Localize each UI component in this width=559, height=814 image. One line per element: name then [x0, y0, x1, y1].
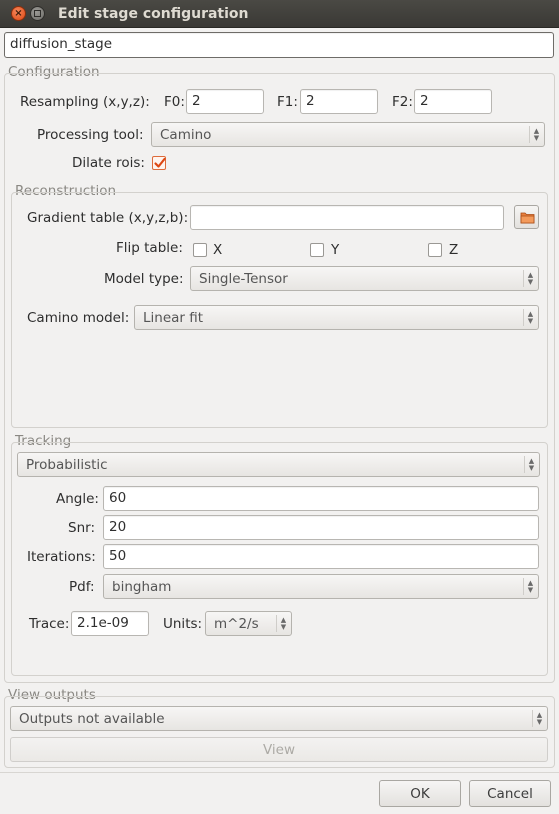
cancel-button[interactable]: Cancel: [469, 780, 551, 807]
processing-tool-label: Processing tool:: [37, 127, 144, 143]
angle-input[interactable]: 60: [103, 486, 539, 511]
gradient-table-browse-button[interactable]: [514, 205, 539, 229]
updown-arrows-icon: ▲ ▼: [523, 270, 534, 287]
view-button[interactable]: View: [10, 737, 548, 762]
flip-x-label: X: [213, 242, 223, 258]
processing-tool-select[interactable]: Camino ▲ ▼: [151, 122, 545, 147]
pdf-select[interactable]: bingham ▲ ▼: [103, 574, 539, 599]
units-select[interactable]: m^2/s ▲ ▼: [205, 611, 292, 636]
outputs-value: Outputs not available: [19, 711, 165, 727]
updown-arrows-icon: ▲ ▼: [523, 578, 534, 595]
window-title: Edit stage configuration: [58, 6, 249, 22]
updown-arrows-icon: ▲ ▼: [524, 456, 535, 473]
processing-tool-value: Camino: [160, 127, 212, 143]
angle-label: Angle:: [56, 491, 99, 507]
snr-label: Snr:: [68, 520, 95, 536]
model-type-value: Single-Tensor: [199, 271, 288, 287]
dilate-rois-checkbox[interactable]: [152, 156, 166, 170]
updown-arrows-icon: ▲ ▼: [532, 710, 543, 727]
gradient-table-label: Gradient table (x,y,z,b):: [27, 210, 189, 226]
tracking-method-value: Probabilistic: [26, 457, 108, 473]
outputs-select[interactable]: Outputs not available ▲ ▼: [10, 706, 548, 731]
minimize-icon[interactable]: [30, 6, 45, 21]
trace-label: Trace:: [29, 616, 70, 632]
close-icon[interactable]: ×: [11, 6, 26, 21]
updown-arrows-icon: ▲ ▼: [276, 615, 287, 632]
model-type-select[interactable]: Single-Tensor ▲ ▼: [190, 266, 539, 291]
resampling-label: Resampling (x,y,z):: [20, 94, 150, 110]
camino-model-value: Linear fit: [143, 310, 204, 326]
f1-input[interactable]: 2: [300, 89, 378, 114]
title-bar: × Edit stage configuration: [0, 0, 559, 28]
f0-label: F0:: [164, 94, 185, 110]
model-type-label: Model type:: [104, 271, 184, 287]
iterations-input[interactable]: 50: [103, 544, 539, 569]
ok-button[interactable]: OK: [379, 780, 461, 807]
flip-x-checkbox[interactable]: [193, 243, 207, 257]
pdf-value: bingham: [112, 579, 172, 595]
gradient-table-input[interactable]: [190, 205, 504, 230]
trace-input[interactable]: 2.1e-09: [71, 611, 149, 636]
flip-table-label: Flip table:: [116, 240, 183, 256]
updown-arrows-icon: ▲ ▼: [529, 126, 540, 143]
f2-input[interactable]: 2: [414, 89, 492, 114]
flip-y-checkbox[interactable]: [310, 243, 324, 257]
f2-label: F2:: [392, 94, 413, 110]
checkmark-icon: [154, 157, 166, 168]
flip-y-label: Y: [331, 242, 340, 258]
pdf-label: Pdf:: [69, 579, 95, 595]
flip-z-checkbox[interactable]: [428, 243, 442, 257]
f0-input[interactable]: 2: [186, 89, 264, 114]
units-value: m^2/s: [214, 616, 259, 632]
tracking-method-select[interactable]: Probabilistic ▲ ▼: [17, 452, 540, 477]
camino-model-select[interactable]: Linear fit ▲ ▼: [134, 305, 539, 330]
dilate-rois-label: Dilate rois:: [72, 155, 145, 171]
stage-name-input[interactable]: diffusion_stage: [4, 32, 554, 58]
f1-label: F1:: [277, 94, 298, 110]
snr-input[interactable]: 20: [103, 515, 539, 540]
units-label: Units:: [163, 616, 203, 632]
footer-divider: [0, 772, 559, 773]
flip-z-label: Z: [449, 242, 459, 258]
updown-arrows-icon: ▲ ▼: [523, 309, 534, 326]
camino-model-label: Camino model:: [27, 310, 130, 326]
folder-icon: [520, 212, 535, 224]
iterations-label: Iterations:: [27, 549, 96, 565]
